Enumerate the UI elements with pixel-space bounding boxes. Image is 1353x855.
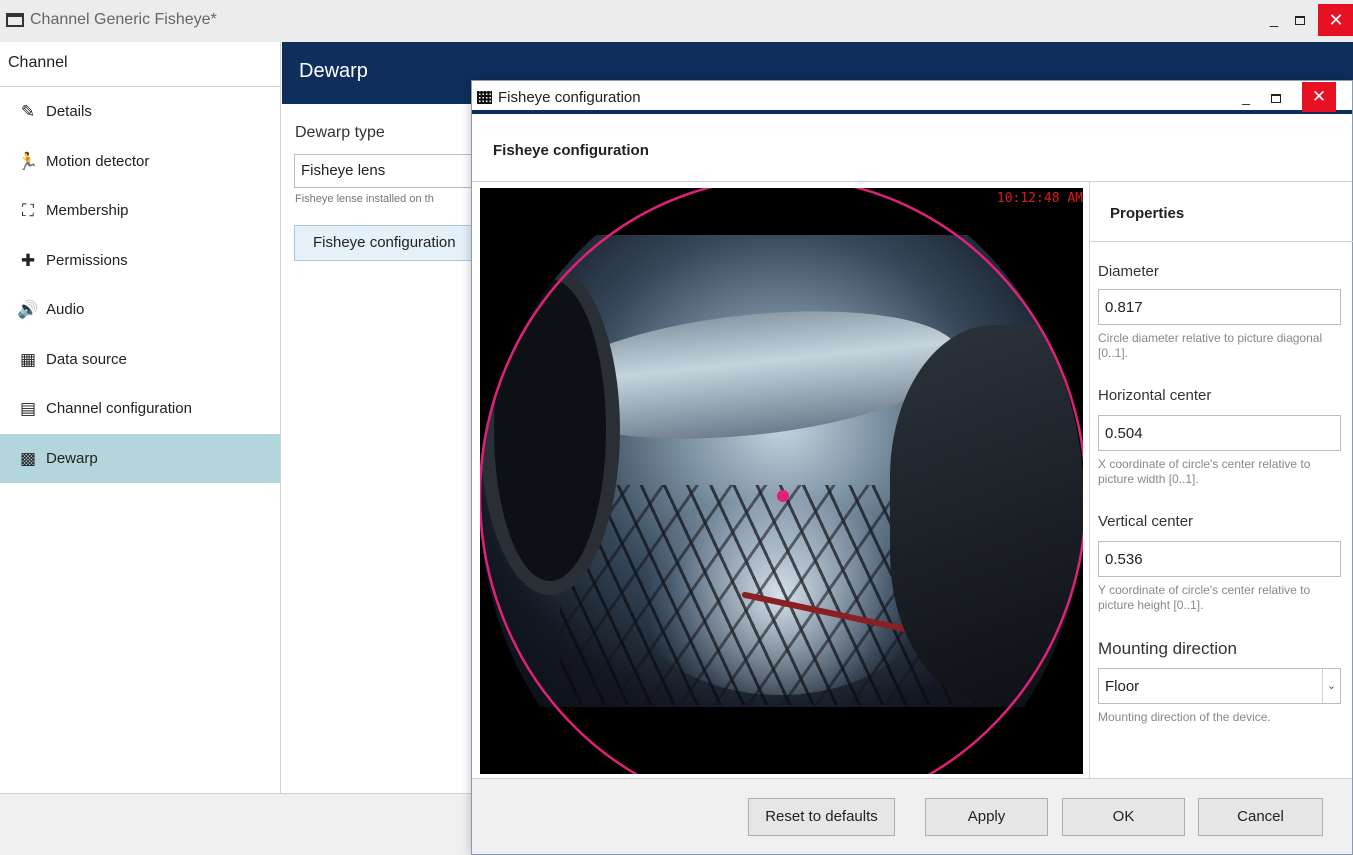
maximize-button[interactable] [1282,4,1318,36]
pencil-icon: ✎ [20,102,36,121]
dewarp-type-label: Dewarp type [295,124,385,141]
sidebar-list: ✎ Details 🏃 Motion detector ⛶ Membership ✚ Perm… [0,87,280,483]
dialog-maximize-button[interactable] [1259,82,1293,112]
diameter-input[interactable]: 0.817 [1098,289,1341,325]
window-title: Channel Generic Fisheye* [30,11,217,28]
maximize-icon [1271,93,1281,103]
horizontal-center-input[interactable]: 0.504 [1098,415,1341,451]
running-man-icon: 🏃 [17,151,39,171]
sidebar-item-label: Channel configuration [46,400,192,417]
reset-to-defaults-button[interactable]: Reset to defaults [748,798,895,836]
cancel-button[interactable]: Cancel [1198,798,1323,836]
page-title: Dewarp [299,60,368,82]
sidebar-item-channel-configuration[interactable]: ▤ Channel configuration [0,384,280,434]
fisheye-configuration-button[interactable]: Fisheye configuration [294,225,494,261]
center-handle[interactable] [777,490,789,502]
sidebar-item-label: Data source [46,350,127,368]
sidebar-item-membership[interactable]: ⛶ Membership [0,186,280,236]
data-source-icon: ▦ [19,349,37,369]
chevron-down-icon[interactable]: ⌄ [1322,669,1340,703]
dialog-footer: Reset to defaults Apply OK Cancel [472,779,1352,854]
puzzle-icon: ✚ [20,250,36,270]
sidebar-item-label: Audio [46,301,85,318]
vertical-center-input[interactable]: 0.536 [1098,541,1341,577]
sidebar-item-label: Membership [46,202,129,219]
horizontal-center-label: Horizontal center [1098,387,1212,404]
close-button[interactable]: ✕ [1318,4,1353,36]
mounting-direction-label: Mounting direction [1098,639,1237,658]
dialog-close-button[interactable]: ✕ [1302,82,1336,112]
fisheye-circle-overlay[interactable] [480,188,1083,774]
sidebar-item-data-source[interactable]: ▦ Data source [0,335,280,385]
dewarp-icon [477,91,492,104]
ok-button[interactable]: OK [1062,798,1185,836]
mounting-direction-hint: Mounting direction of the device. [1098,710,1271,724]
sidebar-item-label: Dewarp [46,449,98,467]
fisheye-configuration-dialog: Fisheye configuration _ ✕ Fisheye config… [471,80,1353,855]
properties-heading: Properties [1110,205,1185,222]
diameter-label: Diameter [1098,263,1159,280]
mounting-direction-value: Floor [1105,678,1140,695]
sidebar-item-motion-detector[interactable]: 🏃 Motion detector [0,137,280,187]
dialog-heading: Fisheye configuration [493,142,649,159]
maximize-icon [1295,15,1305,25]
horizontal-center-hint: X coordinate of circle's center relative… [1098,457,1311,486]
vertical-center-label: Vertical center [1098,513,1194,530]
speaker-icon: 🔊 [17,300,39,319]
sidebar-item-details[interactable]: ✎ Details [0,87,280,137]
diameter-hint: Circle diameter relative to picture diag… [1098,331,1323,360]
sidebar-header: Channel [0,42,280,87]
mounting-direction-select[interactable]: Floor ⌄ [1098,668,1341,704]
group-icon: ⛶ [22,201,34,220]
dewarp-type-hint: Fisheye lense installed on th [295,193,434,205]
properties-panel: Properties Diameter 0.817 Circle diamete… [1089,181,1353,778]
fisheye-preview[interactable]: 10:12:48 AM [480,188,1083,774]
dialog-minimize-button[interactable]: _ [1229,82,1263,112]
dialog-titlebar: Fisheye configuration _ ✕ [472,81,1352,114]
vertical-center-hint: Y coordinate of circle's center relative… [1098,583,1311,612]
sidebar-item-label: Permissions [46,251,128,269]
channel-config-icon: ▤ [19,399,37,418]
dialog-title: Fisheye configuration [498,89,641,106]
sidebar-item-permissions[interactable]: ✚ Permissions [0,236,280,286]
sidebar-item-label: Details [46,103,92,120]
sidebar: Channel ✎ Details 🏃 Motion detector ⛶ Members… [0,42,281,793]
window-titlebar: Channel Generic Fisheye* _ ✕ [0,0,1353,42]
apply-button[interactable]: Apply [925,798,1048,836]
sidebar-item-label: Motion detector [46,152,150,170]
sidebar-item-dewarp[interactable]: ▩ Dewarp [0,433,280,483]
dewarp-type-select[interactable]: Fisheye lens [294,154,494,188]
sidebar-item-audio[interactable]: 🔊 Audio [0,285,280,335]
divider [1090,241,1353,242]
fisheye-circle[interactable] [480,188,1083,774]
dewarp-icon: ▩ [19,448,37,468]
channel-window-icon [6,13,24,27]
